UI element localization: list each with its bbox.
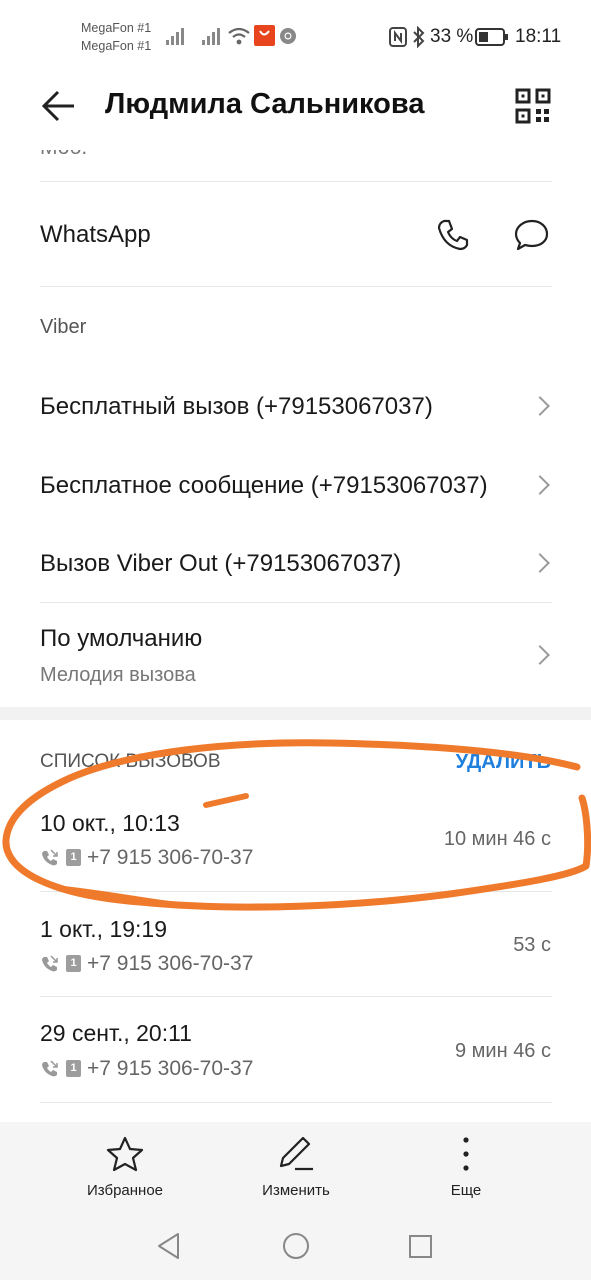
call-duration: 9 мин 46 с bbox=[454, 1040, 551, 1062]
call-number: +7 915 306-70-37 bbox=[87, 846, 254, 869]
viber-free-call-label: Бесплатный вызов (+79153067037) bbox=[40, 393, 433, 420]
section-separator bbox=[0, 707, 591, 720]
carrier-2-label: MegaFon #1 bbox=[81, 39, 152, 53]
star-icon bbox=[106, 1136, 144, 1172]
scroll-fade bbox=[0, 132, 591, 150]
battery-percent: 33 % bbox=[430, 26, 474, 47]
call-number: +7 915 306-70-37 bbox=[87, 952, 254, 975]
bluetooth-icon bbox=[413, 26, 425, 48]
carrier-1-label: MegaFon #1 bbox=[81, 21, 152, 35]
call-log-heading: СПИСОК ВЫЗОВОВ bbox=[40, 751, 221, 772]
divider bbox=[40, 286, 552, 287]
qr-code-icon[interactable] bbox=[515, 88, 551, 124]
call-log-icon bbox=[42, 849, 58, 866]
sim-icon: 1 bbox=[66, 955, 81, 972]
chevron-right-icon bbox=[530, 645, 550, 665]
edit-label: Изменить bbox=[262, 1182, 330, 1199]
clock: 18:11 bbox=[515, 26, 562, 47]
more-vertical-icon bbox=[463, 1137, 469, 1171]
wifi-icon bbox=[228, 27, 250, 45]
viber-out-call-label: Вызов Viber Out (+79153067037) bbox=[40, 550, 402, 577]
call-duration: 53 с bbox=[513, 934, 551, 956]
signal-2-icon bbox=[202, 28, 220, 45]
call-duration: 10 мин 46 с bbox=[443, 828, 551, 850]
nav-back-icon[interactable] bbox=[156, 1232, 182, 1260]
whatsapp-label: WhatsApp bbox=[40, 221, 151, 248]
sim-icon: 1 bbox=[66, 1060, 81, 1077]
pencil-icon bbox=[279, 1136, 313, 1171]
sim-icon: 1 bbox=[66, 849, 81, 866]
divider bbox=[40, 181, 552, 182]
chrome-icon bbox=[280, 28, 296, 44]
nav-recents-icon[interactable] bbox=[408, 1234, 434, 1260]
chevron-right-icon bbox=[530, 475, 550, 495]
page-title: Людмила Сальникова bbox=[105, 88, 425, 120]
call-log-icon bbox=[42, 955, 58, 972]
ringtone-subtitle: Мелодия вызова bbox=[40, 664, 196, 686]
divider bbox=[40, 1102, 552, 1103]
more-label: Еще bbox=[450, 1182, 482, 1199]
call-date: 29 сент., 20:11 bbox=[40, 1020, 192, 1046]
call-date: 1 окт., 19:19 bbox=[40, 916, 168, 942]
chevron-right-icon bbox=[530, 396, 550, 416]
viber-section-header: Viber bbox=[40, 316, 87, 338]
divider bbox=[40, 891, 552, 892]
chevron-right-icon bbox=[530, 553, 550, 573]
back-arrow-icon[interactable] bbox=[40, 88, 76, 124]
message-icon[interactable] bbox=[514, 218, 550, 252]
ringtone-title: По умолчанию bbox=[40, 625, 203, 652]
divider bbox=[40, 602, 552, 603]
phone-icon[interactable] bbox=[436, 218, 470, 252]
app-notification-icon bbox=[254, 25, 275, 46]
call-log-icon bbox=[42, 1060, 58, 1077]
signal-1-icon bbox=[166, 28, 184, 45]
viber-free-message-label: Бесплатное сообщение (+79153067037) bbox=[40, 472, 488, 499]
divider bbox=[40, 996, 552, 997]
favorite-label: Избранное bbox=[86, 1182, 164, 1199]
nav-home-icon[interactable] bbox=[282, 1232, 310, 1260]
call-number: +7 915 306-70-37 bbox=[87, 1057, 254, 1080]
battery-icon bbox=[475, 28, 508, 46]
nfc-icon bbox=[389, 27, 407, 47]
call-date: 10 окт., 10:13 bbox=[40, 810, 180, 836]
delete-button[interactable]: УДАЛИТЬ bbox=[456, 751, 551, 774]
